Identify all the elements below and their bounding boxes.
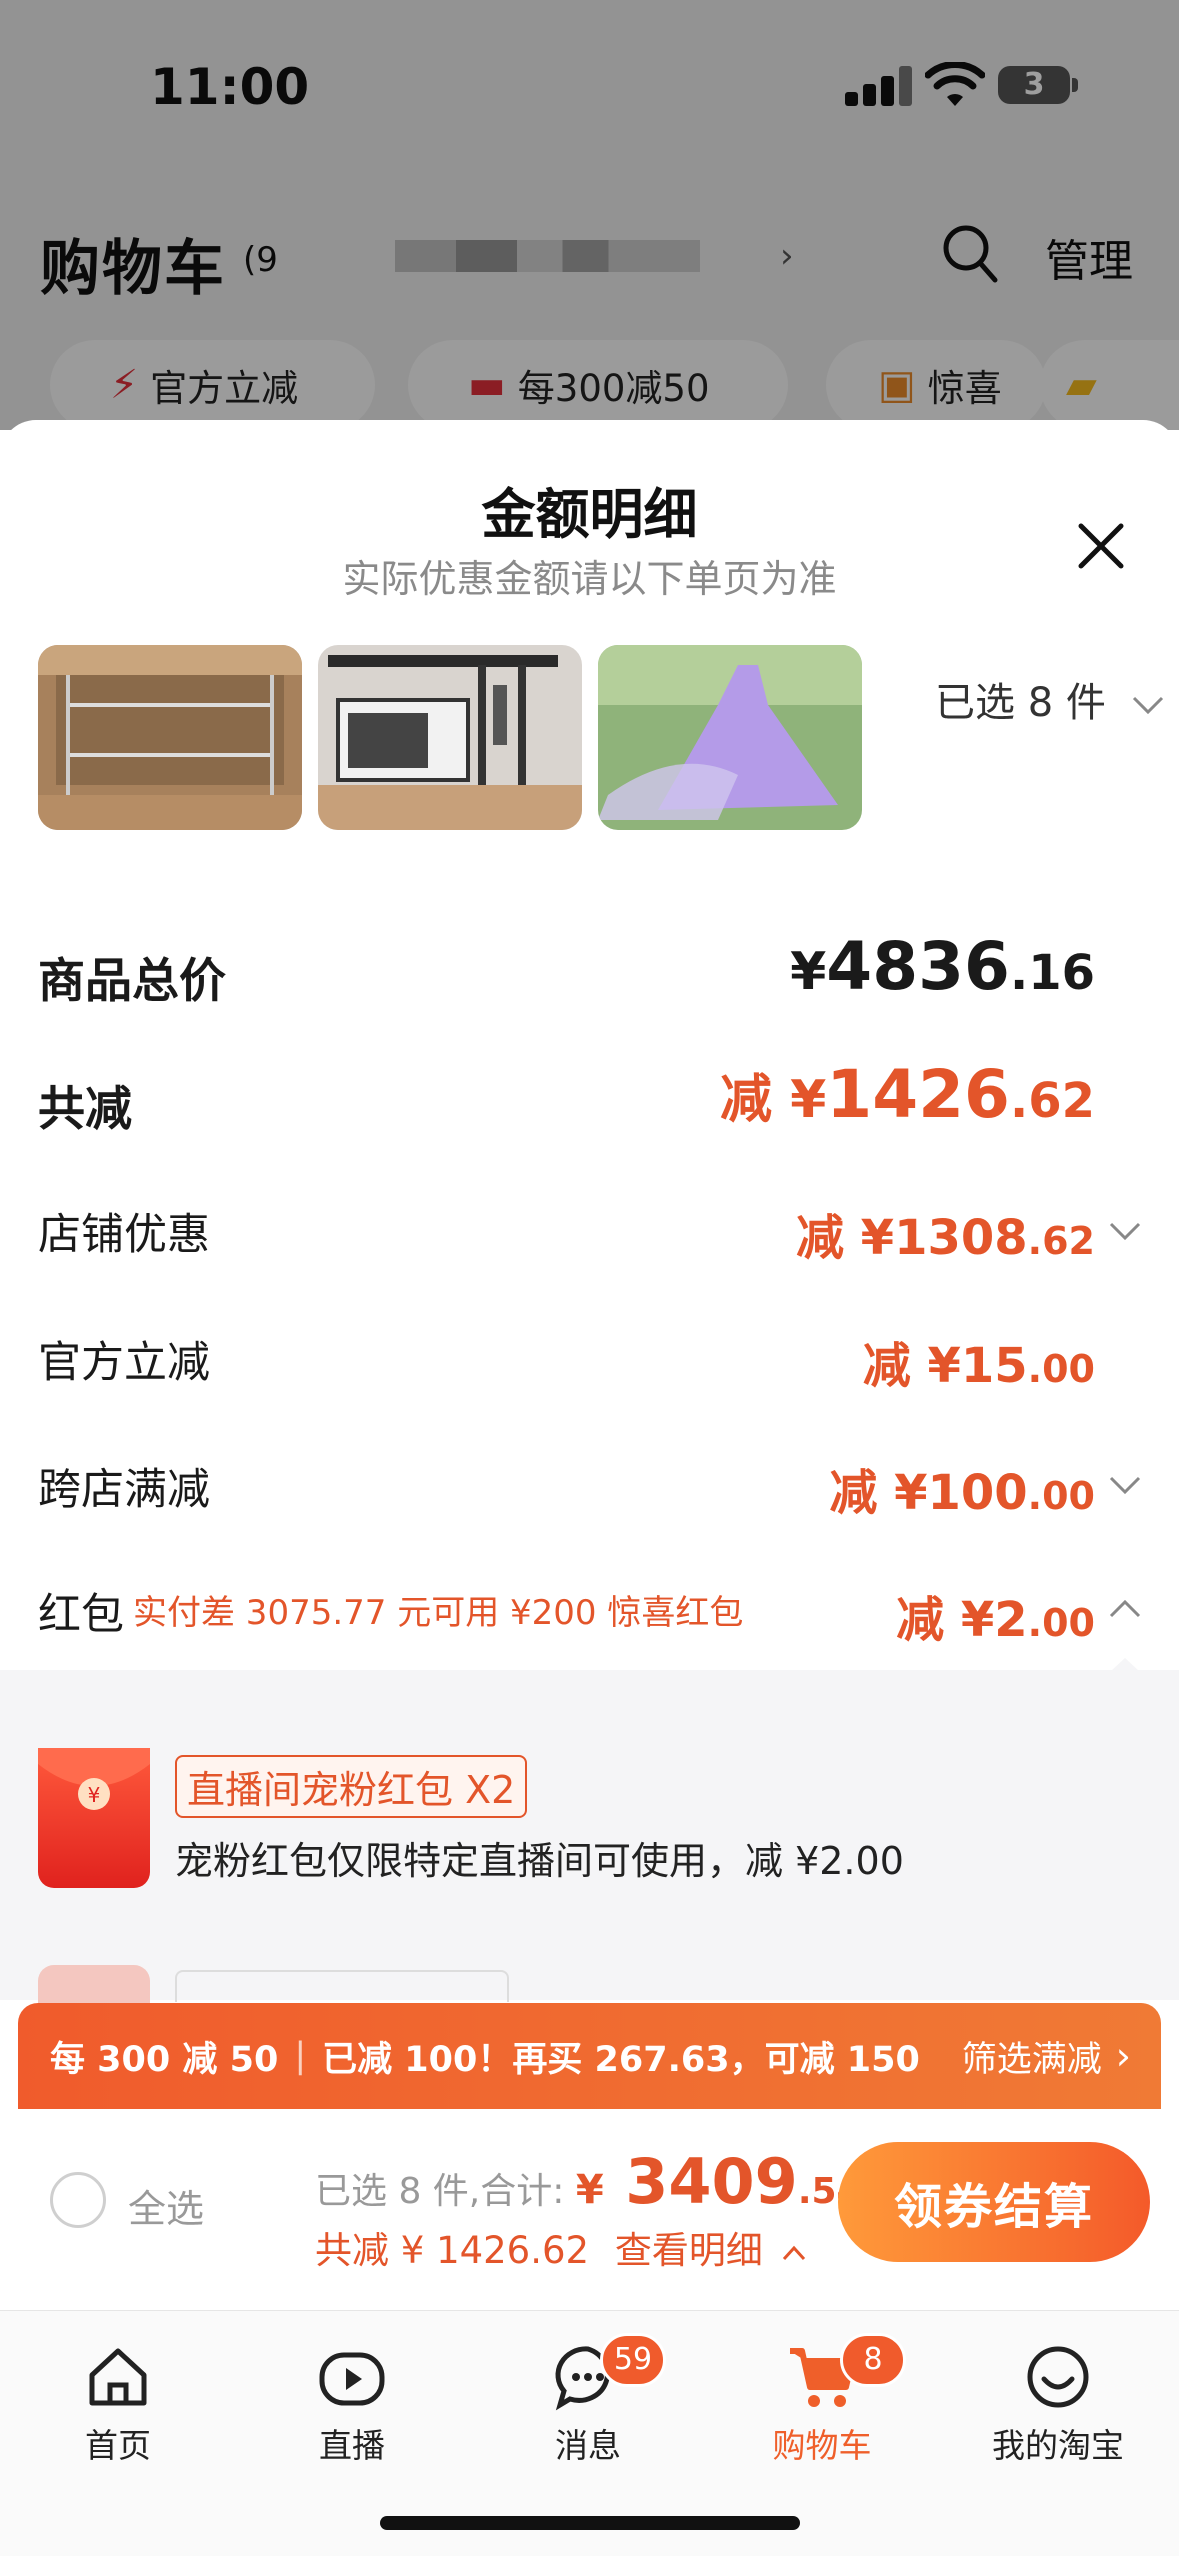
discount-total-label: 共减 [38, 1082, 132, 1137]
product-thumbnail-microwave-rack [318, 645, 582, 830]
currency-symbol: ¥ [790, 1070, 827, 1130]
hongbao-note[interactable]: 实付差 3075.77 元可用 ¥200 惊喜红包 [133, 1585, 743, 1634]
sheet-subtitle: 实际优惠金额请以下单页为准 [342, 557, 837, 601]
sheet-title: 金额明细 [481, 483, 698, 546]
cross-store-discount-label: 跨店满减 [38, 1465, 210, 1515]
total-price-label: 商品总价 [38, 954, 226, 1009]
amount-dec: .00 [1027, 1601, 1095, 1645]
cart-badge: 8 [840, 2333, 906, 2387]
red-envelope-symbol: ¥ [88, 1783, 101, 1807]
home-indicator [380, 2516, 800, 2530]
amount-prefix: 减 [795, 1210, 861, 1266]
currency-symbol: ¥ [927, 1338, 961, 1394]
total-price-value: ¥4836.16 [790, 928, 1095, 1005]
tab-live[interactable]: 直播 [272, 2341, 432, 2467]
amount-prefix: 减 [896, 1592, 961, 1648]
currency-symbol: ¥ [790, 942, 827, 1002]
selected-count-label: 已选 8 件 [935, 680, 1106, 726]
checkout-button[interactable]: 领券结算 [838, 2142, 1150, 2262]
tab-label: 直播 [319, 2426, 385, 2465]
chevron-down-icon[interactable] [1108, 1220, 1142, 1242]
official-discount-value: 减 ¥15.00 [863, 1326, 1095, 1396]
amount-prefix: 减 [829, 1465, 895, 1521]
discount-int: 1426 [826, 1056, 1010, 1133]
promo-divider: | [294, 2036, 307, 2076]
dim-overlay[interactable] [0, 0, 1179, 430]
selected-count[interactable]: 已选 8 件 [935, 670, 1165, 728]
amount-dec: .00 [1027, 1347, 1095, 1391]
currency-symbol: ¥ [575, 2167, 604, 2213]
home-icon [89, 2348, 147, 2406]
amount-prefix: 减 [862, 1338, 928, 1394]
amount-int: 100 [927, 1465, 1028, 1521]
promo-banner[interactable]: 每 300 减 50 | 已减 100！再买 267.63，可减 150 筛选满… [18, 2003, 1161, 2109]
tab-cart[interactable]: 购物车 8 [742, 2333, 906, 2467]
currency-symbol: ¥ [860, 1210, 895, 1266]
red-envelope-icon: ¥ [38, 1748, 150, 1888]
chevron-right-icon: › [1115, 2034, 1131, 2078]
hongbao-tag: 直播间宠粉红包 X2 [175, 1755, 528, 1818]
discount-summary-text: 共减 ¥ 1426.62 [315, 2229, 590, 2272]
tab-messages[interactable]: 消息 59 [508, 2333, 668, 2467]
promo-filter-link[interactable]: 筛选满减 [962, 2031, 1102, 2082]
product-thumbnail-shelf [38, 645, 302, 830]
promo-progress: 已减 100！再买 267.63，可减 150 [322, 2039, 920, 2080]
tab-my-taobao[interactable]: 我的淘宝 [978, 2341, 1138, 2467]
hongbao-label: 红包 [38, 1590, 124, 1640]
selected-prefix: 已选 8 件,合计: [315, 2171, 576, 2212]
discount-summary[interactable]: 共减 ¥ 1426.62 查看明细 [315, 2220, 807, 2274]
shop-discount-value[interactable]: 减 ¥1308.62 [796, 1198, 1095, 1268]
cross-store-discount-value[interactable]: 减 ¥100.00 [829, 1453, 1095, 1523]
chevron-down-icon [1132, 696, 1163, 715]
amount-dec: .00 [1027, 1474, 1095, 1518]
chevron-up-icon [782, 2245, 805, 2260]
grand-total-int: 3409 [603, 2145, 798, 2218]
amount-dec: .62 [1027, 1219, 1095, 1263]
tab-label: 购物车 [772, 2426, 872, 2465]
amount-int: 1308 [894, 1210, 1028, 1266]
close-icon[interactable] [1075, 520, 1127, 572]
amount-int: 15 [960, 1338, 1028, 1394]
total-summary: 已选 8 件,合计: ¥ 3409.54 [315, 2145, 862, 2218]
discount-total-value: 减 ¥1426.62 [720, 1056, 1095, 1133]
hongbao-tag-partial [175, 1970, 509, 2002]
total-dec: .16 [1009, 945, 1095, 1001]
select-all-label[interactable]: 全选 [128, 2178, 204, 2233]
red-envelope-icon [38, 1965, 150, 2005]
profile-smile-icon [1027, 2346, 1089, 2408]
view-detail-link[interactable]: 查看明细 [615, 2229, 763, 2272]
discount-prefix: 减 [719, 1070, 791, 1130]
select-all-radio[interactable] [50, 2172, 106, 2228]
chevron-down-icon[interactable] [1108, 1474, 1142, 1496]
shop-discount-label: 店铺优惠 [38, 1210, 210, 1260]
total-int: 4836 [826, 928, 1010, 1005]
tab-label: 我的淘宝 [992, 2426, 1124, 2465]
product-thumbnail-dress [598, 645, 862, 830]
currency-symbol: ¥ [894, 1465, 928, 1521]
currency-symbol: ¥ [960, 1592, 995, 1648]
tab-home[interactable]: 首页 [38, 2341, 198, 2467]
discount-dec: .62 [1009, 1073, 1095, 1129]
live-play-icon [319, 2352, 385, 2406]
tab-label: 消息 [555, 2426, 621, 2465]
pointer-caret [1110, 1658, 1140, 1672]
hongbao-description: 宠粉红包仅限特定直播间可使用，减 ¥2.00 [175, 1839, 904, 1883]
official-discount-label: 官方立减 [38, 1338, 210, 1388]
message-badge: 59 [600, 2333, 666, 2387]
amount-detail-sheet: 金额明细 实际优惠金额请以下单页为准 已选 8 件 商品总价 ¥4836.16 … [0, 420, 1179, 2556]
promo-rule: 每 300 减 50 [50, 2039, 279, 2080]
amount-int: 2 [994, 1592, 1028, 1648]
hongbao-discount-value[interactable]: 减 ¥2.00 [896, 1580, 1095, 1650]
tab-label: 首页 [85, 2426, 151, 2465]
chevron-up-icon[interactable] [1108, 1598, 1142, 1620]
